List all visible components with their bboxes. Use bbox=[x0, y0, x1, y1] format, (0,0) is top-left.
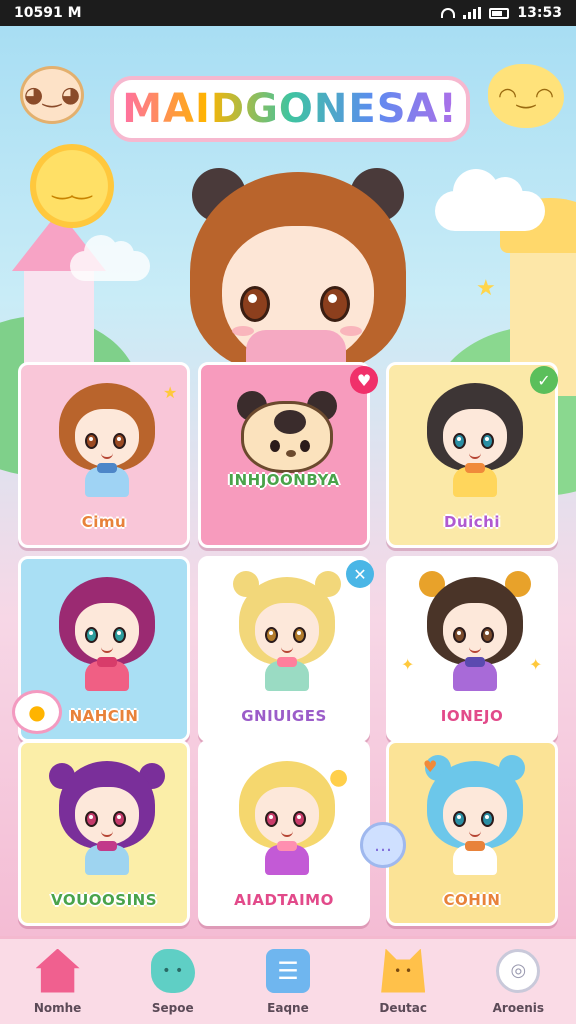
blush bbox=[340, 326, 362, 336]
character-name: VOUOOSINS bbox=[50, 891, 158, 909]
status-time: 10591 M bbox=[14, 5, 82, 21]
character-card[interactable]: GNIUIGES bbox=[198, 556, 370, 742]
cloud bbox=[435, 169, 545, 231]
nav-label: Aroenis bbox=[492, 1000, 545, 1015]
blush bbox=[232, 326, 254, 336]
nav-label: Sepoe bbox=[151, 1000, 194, 1015]
star-icon: ★ bbox=[476, 276, 496, 301]
hero-eye bbox=[320, 286, 350, 322]
nav-label: Nomhe bbox=[33, 1000, 82, 1015]
nav-deutac[interactable]: • • Deutac bbox=[353, 948, 453, 1015]
character-name: GNIUIGES bbox=[241, 707, 327, 725]
nav-aroenis[interactable]: ◎ Aroenis bbox=[468, 948, 568, 1015]
nav-label: Eaqne bbox=[267, 1000, 309, 1015]
sparkle-icon: ★ bbox=[163, 383, 178, 402]
home-icon bbox=[35, 948, 80, 993]
mascot-blob-button[interactable]: ◠‿◠ bbox=[488, 64, 564, 128]
character-card[interactable]: INHJOONBYA bbox=[198, 362, 370, 548]
nav-sepoe[interactable]: • • Sepoe bbox=[123, 948, 223, 1015]
character-card[interactable]: Duichi bbox=[386, 362, 558, 548]
game-title: MAIDGONESA! bbox=[122, 86, 458, 132]
close-icon[interactable]: ✕ bbox=[346, 560, 374, 588]
character-portrait bbox=[49, 757, 165, 877]
blob-face-icon: ◠‿◠ bbox=[497, 83, 555, 109]
cat-icon: • • bbox=[381, 948, 426, 993]
character-name: INHJOONBYA bbox=[228, 471, 340, 489]
character-portrait bbox=[425, 755, 525, 877]
nav-home[interactable]: Nomhe bbox=[8, 948, 108, 1015]
character-name: IONEJO bbox=[440, 707, 504, 725]
chat-icon: ◎ bbox=[496, 948, 541, 993]
blob-icon: • • bbox=[150, 948, 195, 993]
sparkle-icon: ✦ bbox=[401, 655, 415, 674]
character-card[interactable]: ♥ COHIN bbox=[386, 740, 558, 926]
panda-mascot bbox=[237, 391, 337, 475]
character-portrait bbox=[57, 573, 157, 693]
chat-bubble-icon[interactable]: … bbox=[360, 822, 406, 868]
cloud bbox=[70, 235, 150, 281]
character-name: AIADTAIMO bbox=[234, 891, 334, 909]
sparkle-icon: ✦ bbox=[529, 655, 543, 674]
character-card[interactable]: ★ Cimu bbox=[18, 362, 190, 548]
character-portrait bbox=[237, 757, 337, 877]
profile-avatar-button[interactable]: ◕‿◕ bbox=[20, 66, 84, 124]
heart-icon: ♥ bbox=[423, 757, 438, 776]
character-portrait bbox=[419, 571, 531, 693]
checkmark-icon[interactable]: ✓ bbox=[530, 366, 558, 394]
lemon-icon: ● bbox=[28, 700, 46, 724]
nav-eaqne[interactable]: ☰ Eaqne bbox=[238, 948, 338, 1015]
character-name: COHIN bbox=[443, 891, 501, 909]
lemon-bubble-button[interactable]: ● bbox=[12, 690, 62, 734]
character-card[interactable]: ✦ ✦ IONEJO bbox=[386, 556, 558, 742]
bottom-nav: Nomhe • • Sepoe ☰ Eaqne • • Deutac ◎ Aro… bbox=[0, 936, 576, 1024]
menu-icon: ☰ bbox=[265, 948, 310, 993]
balloon-icon: ● bbox=[329, 765, 349, 790]
sun-icon: ‿‿ bbox=[30, 144, 114, 228]
character-portrait bbox=[57, 379, 157, 499]
wifi-icon bbox=[441, 8, 456, 18]
character-card[interactable]: VOUOOSINS bbox=[18, 740, 190, 926]
hero-eye bbox=[240, 286, 270, 322]
game-title-logo: MAIDGONESA! bbox=[110, 76, 470, 142]
character-name: Cimu bbox=[81, 513, 127, 531]
status-bar: 10591 M 13:53 bbox=[0, 0, 576, 26]
character-portrait bbox=[425, 379, 525, 499]
battery-icon bbox=[489, 7, 510, 19]
signal-icon bbox=[463, 7, 482, 19]
nav-label: Deutac bbox=[379, 1000, 427, 1015]
character-card[interactable]: ● AIADTAIMO bbox=[198, 740, 370, 926]
character-portrait bbox=[233, 571, 341, 693]
character-grid: ★ Cimu INHJOONBYA ♥ Duichi ✓ NAHCIN GNIU… bbox=[18, 362, 562, 926]
status-icons: 13:53 bbox=[441, 5, 562, 21]
status-clock: 13:53 bbox=[517, 5, 562, 21]
heart-icon[interactable]: ♥ bbox=[350, 366, 378, 394]
character-name: Duichi bbox=[444, 513, 500, 531]
smile-face-icon: ◕‿◕ bbox=[23, 82, 81, 108]
